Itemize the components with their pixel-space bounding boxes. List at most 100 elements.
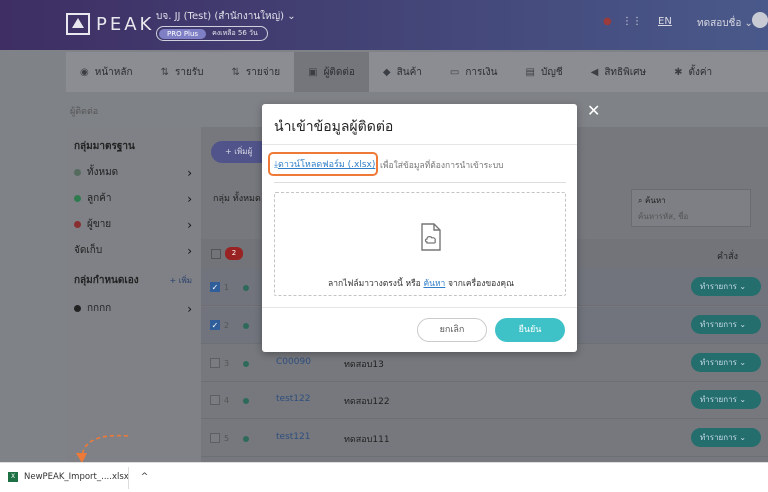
search-box[interactable]: ⌕ ค้นหา ค้นหารหัส, ชื่อ — [631, 189, 751, 227]
add-custom-group-button[interactable]: + เพิ่ม — [169, 274, 192, 287]
row-action-button[interactable]: ทำรายการ ⌄ — [691, 277, 761, 296]
language-switch[interactable]: EN — [658, 16, 672, 27]
nav-label: รายรับ — [174, 66, 204, 78]
close-icon[interactable]: ✕ — [587, 101, 600, 120]
search-label: ⌕ ค้นหา — [638, 196, 666, 205]
main-nav: ◉ หน้าหลัก ⇅ รายรับ ⇅ รายจ่าย ▣ ผู้ติดต่อ ◆ สินค้… — [66, 52, 768, 92]
standard-group-title: กลุ่มมาตรฐาน — [74, 141, 135, 152]
row-checkbox[interactable]: ✓ — [210, 320, 220, 330]
finance-icon: ▭ — [449, 66, 460, 78]
peak-logo[interactable]: PEAK — [66, 12, 154, 36]
download-bar: X NewPEAK_Import_....xlsx ^ — [0, 462, 768, 492]
chevron-right-icon: › — [187, 191, 192, 206]
settings-icon: ✱ — [674, 66, 683, 78]
contact-code-link[interactable]: C00090 — [276, 357, 311, 367]
sidebar-item-vendor[interactable]: ผู้ขาย › — [74, 217, 196, 232]
row-checkbox[interactable] — [210, 358, 220, 368]
sidebar-item-archive[interactable]: จัดเก็บ › — [74, 243, 196, 258]
search-placeholder: ค้นหารหัส, ชื่อ — [638, 212, 689, 221]
nav-label: ตั้งค่า — [688, 66, 713, 78]
selected-count-badge: 2 — [225, 247, 243, 260]
group-dot — [243, 436, 249, 442]
nav-item-settings[interactable]: ✱ ตั้งค่า — [660, 52, 726, 92]
chevron-right-icon: › — [187, 217, 192, 232]
avatar[interactable] — [752, 12, 768, 28]
row-action-button[interactable]: ทำรายการ ⌄ — [691, 353, 761, 372]
nav-item-product[interactable]: ◆ สินค้า — [369, 52, 436, 92]
nav-item-expense[interactable]: ⇅ รายจ่าย — [218, 52, 295, 92]
nav-label: หน้าหลัก — [94, 66, 133, 78]
table-row[interactable]: 5 test121 ทดสอบ111 ทำรายการ ⌄ — [201, 420, 768, 457]
select-all-checkbox[interactable] — [211, 249, 221, 259]
chevron-right-icon: › — [187, 301, 192, 316]
divider — [262, 307, 577, 308]
cancel-button[interactable]: ยกเลิก — [417, 318, 487, 342]
nav-item-dashboard[interactable]: ◉ หน้าหลัก — [66, 52, 147, 92]
notification-bell-icon[interactable]: ● — [603, 16, 612, 27]
sidebar-item-customer[interactable]: ลูกค้า › — [74, 191, 196, 206]
group-dot — [74, 305, 81, 312]
group-dot — [74, 221, 81, 228]
divider — [128, 467, 129, 489]
nav-label: สินค้า — [396, 66, 422, 78]
group-dot — [243, 323, 249, 329]
nav-item-privilege[interactable]: ◀ สิทธิพิเศษ — [577, 52, 660, 92]
contact-name: ทดสอบ111 — [344, 435, 390, 445]
dashboard-icon: ◉ — [80, 66, 89, 78]
nav-label: การเงิน — [465, 66, 498, 78]
download-hint: เพื่อใส่ข้อมูลที่ต้องการนำเข้าระบบ — [380, 161, 504, 171]
nav-label: ผู้ติดต่อ — [323, 66, 355, 78]
browse-file-link[interactable]: ค้นหา — [423, 279, 445, 289]
row-number: 2 — [224, 321, 230, 330]
contact-code-link[interactable]: test122 — [276, 394, 310, 404]
cloud-file-icon — [421, 223, 441, 251]
plan-remaining: คงเหลือ 56 วัน — [212, 29, 258, 37]
chevron-right-icon: › — [187, 243, 192, 258]
group-dot — [74, 195, 81, 202]
group-dot — [243, 398, 249, 404]
sidebar-item-all[interactable]: ทั้งหมด › — [74, 165, 196, 180]
peak-logo-mark — [66, 13, 90, 35]
group-dot — [243, 361, 249, 367]
row-checkbox[interactable]: ✓ — [210, 282, 220, 292]
sidebar-item-custom[interactable]: กกกก › — [74, 301, 196, 316]
breadcrumb: ผู้ติดต่อ — [70, 107, 99, 117]
download-arrow-indicator — [76, 434, 129, 463]
nav-label: สิทธิพิเศษ — [604, 66, 647, 78]
plan-badge[interactable]: PRO Plus คงเหลือ 56 วัน — [156, 26, 268, 41]
nav-item-account[interactable]: ▤ บัญชี — [512, 52, 577, 92]
user-menu[interactable]: ทดสอบชื่อ ⌄ — [697, 16, 753, 31]
excel-file-icon: X — [8, 472, 18, 482]
company-selector[interactable]: บจ. JJ (Test) (สำนักงานใหญ่) ⌄ — [156, 9, 296, 24]
logo-text: PEAK — [96, 13, 155, 35]
apps-grid-icon[interactable]: ⋮⋮ — [622, 16, 642, 27]
action-column-header: คำสั่ง — [717, 252, 738, 262]
group-sidebar: กลุ่มมาตรฐาน ทั้งหมด › ลูกค้า › ผู้ขาย › จั… — [66, 127, 201, 462]
drop-instructions: ลากไฟล์มาวางตรงนี้ หรือ ค้นหา จากเครื่อง… — [328, 279, 514, 289]
nav-item-contact[interactable]: ▣ ผู้ติดต่อ — [294, 52, 369, 92]
chevron-up-icon[interactable]: ^ — [141, 472, 149, 482]
income-icon: ⇅ — [160, 66, 169, 78]
row-action-button[interactable]: ทำรายการ ⌄ — [691, 315, 761, 334]
row-checkbox[interactable] — [210, 395, 220, 405]
contact-name: ทดสอบ13 — [344, 360, 384, 370]
plan-name: PRO Plus — [159, 28, 207, 39]
row-checkbox[interactable] — [210, 433, 220, 443]
group-dot — [74, 169, 81, 176]
chevron-right-icon: › — [187, 165, 192, 180]
nav-item-finance[interactable]: ▭ การเงิน — [436, 52, 512, 92]
nav-item-income[interactable]: ⇅ รายรับ — [147, 52, 218, 92]
confirm-button[interactable]: ยืนยัน — [495, 318, 565, 342]
downloaded-filename: NewPEAK_Import_....xlsx — [24, 472, 129, 482]
file-drop-zone[interactable]: ลากไฟล์มาวางตรงนี้ หรือ ค้นหา จากเครื่อง… — [274, 192, 566, 296]
dialog-title: นำเข้าข้อมูลผู้ติดต่อ — [274, 119, 394, 135]
nav-label: บัญชี — [540, 66, 563, 78]
download-form-link[interactable]: ⤓ดาวน์โหลดฟอร์ม (.xlsx) — [274, 157, 375, 171]
row-number: 1 — [224, 283, 230, 292]
row-action-button[interactable]: ทำรายการ ⌄ — [691, 390, 761, 409]
row-action-button[interactable]: ทำรายการ ⌄ — [691, 428, 761, 447]
row-number: 5 — [224, 434, 230, 443]
contact-code-link[interactable]: test121 — [276, 432, 310, 442]
table-row[interactable]: 4 test122 ทดสอบ122 ทำรายการ ⌄ — [201, 382, 768, 419]
custom-group-title: กลุ่มกำหนดเอง + เพิ่ม — [74, 274, 192, 287]
